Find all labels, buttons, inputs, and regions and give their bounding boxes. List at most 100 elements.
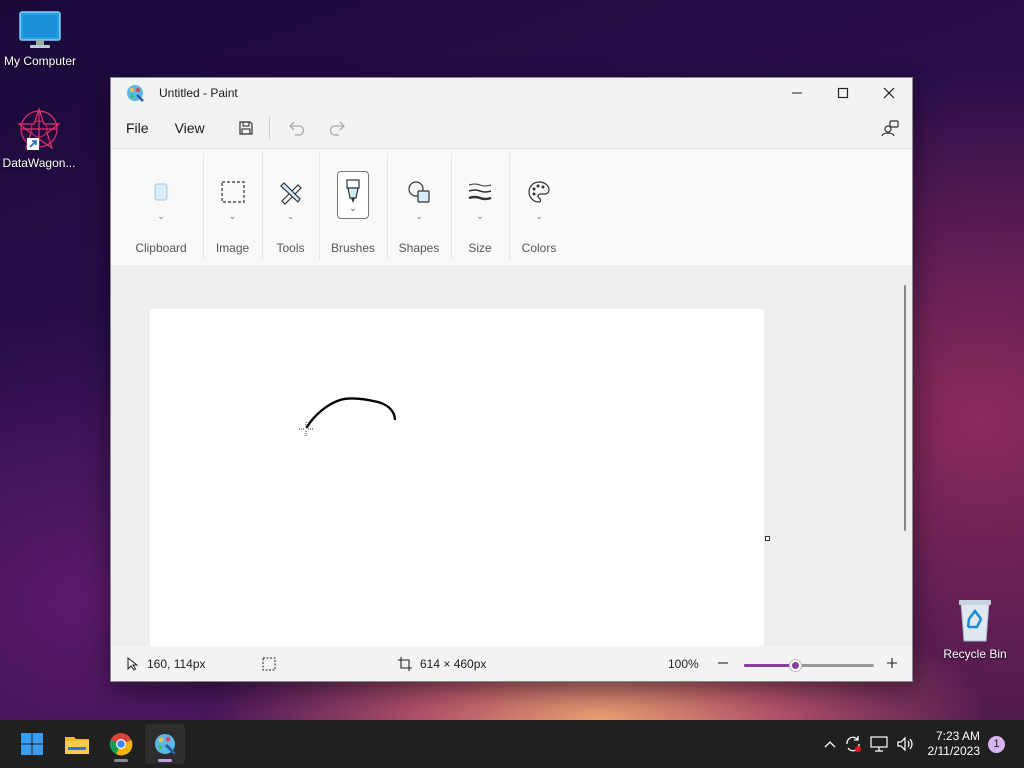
ribbon-group-label: Image	[215, 241, 250, 255]
ribbon-group-label: Size	[468, 241, 492, 255]
toolbar-divider	[268, 117, 270, 139]
clipboard-button[interactable]	[144, 175, 178, 209]
menu-view[interactable]: View	[173, 116, 207, 140]
recycle-bin-icon	[959, 600, 991, 642]
chevron-down-icon: ⌄	[286, 211, 295, 221]
close-button[interactable]	[866, 78, 912, 108]
zoom-level-text: 100%	[668, 657, 699, 671]
ribbon-group-colors[interactable]: ⌄ Colors	[509, 149, 569, 266]
volume-button[interactable]	[892, 736, 918, 752]
sync-icon	[846, 736, 861, 752]
zoom-out-button[interactable]	[716, 656, 730, 670]
minimize-icon	[792, 92, 802, 94]
zoom-in-button[interactable]	[885, 656, 899, 670]
desktop-icon-label: My Computer	[3, 54, 77, 68]
vertical-scrollbar[interactable]	[904, 285, 906, 531]
chrome-button[interactable]	[101, 724, 141, 764]
shapes-button[interactable]	[402, 175, 436, 209]
desktop-icon-label: Recycle Bin	[943, 647, 1007, 661]
minimize-button[interactable]	[774, 78, 820, 108]
paint-taskbar-button[interactable]	[145, 724, 185, 764]
maximize-icon	[837, 87, 849, 99]
clock[interactable]: 7:23 AM 2/11/2023	[928, 729, 981, 759]
ribbon-group-tools[interactable]: ⌄ Tools	[262, 149, 319, 266]
notification-badge[interactable]: 1	[988, 736, 1005, 753]
colors-button[interactable]	[522, 175, 556, 209]
clock-time: 7:23 AM	[935, 729, 980, 743]
brushes-button[interactable]: ⌄	[337, 171, 369, 219]
ribbon-group-size[interactable]: ⌄ Size	[451, 149, 509, 266]
selection-size	[262, 657, 276, 671]
ribbon-group-clipboard[interactable]: ⌄ Clipboard	[119, 149, 203, 266]
line-size-icon	[468, 183, 492, 201]
start-button[interactable]	[12, 724, 52, 764]
file-explorer-icon	[65, 737, 89, 754]
plus-icon	[887, 658, 897, 668]
shapes-icon	[408, 181, 430, 203]
file-explorer-button[interactable]	[57, 724, 97, 764]
window-title: Untitled - Paint	[159, 86, 238, 100]
canvas-size-text: 614 × 460px	[420, 657, 487, 671]
desktop-icon-label: DataWagon...	[2, 156, 76, 170]
title-bar[interactable]: Untitled - Paint	[111, 78, 912, 108]
ribbon-group-brushes[interactable]: ⌄ Brushes	[319, 149, 387, 266]
network-icon	[870, 736, 888, 752]
sync-status-button[interactable]	[840, 735, 866, 753]
menu-bar: File View	[111, 108, 912, 148]
desktop-icon-datawagon[interactable]: DataWagon...	[0, 106, 79, 170]
minus-icon	[718, 662, 728, 664]
drawing-canvas[interactable]	[150, 309, 764, 646]
zoom-slider-thumb[interactable]	[789, 660, 801, 671]
canvas-size-icon	[398, 657, 412, 671]
select-button[interactable]	[216, 175, 250, 209]
chevron-down-icon: ⌄	[349, 203, 357, 213]
chevron-down-icon: ⌄	[535, 211, 543, 221]
canvas-workspace[interactable]	[111, 268, 912, 646]
undo-icon	[288, 121, 304, 136]
select-rectangle-icon	[220, 181, 245, 203]
chevron-down-icon: ⌄	[228, 211, 237, 221]
canvas-resize-handle[interactable]	[765, 536, 770, 541]
volume-icon	[897, 736, 913, 752]
zoom-slider-fill	[744, 664, 795, 667]
running-indicator	[114, 759, 128, 762]
redo-icon	[329, 121, 345, 136]
ribbon-group-image[interactable]: ⌄ Image	[203, 149, 262, 266]
network-button[interactable]	[866, 736, 892, 752]
ribbon-group-label: Clipboard	[135, 241, 187, 255]
crosshair-cursor-icon	[299, 422, 313, 436]
ribbon-group-label: Tools	[276, 241, 305, 255]
running-indicator	[158, 759, 172, 762]
taskbar: 7:23 AM 2/11/2023 1	[0, 720, 1024, 768]
zoom-slider[interactable]	[744, 660, 874, 671]
ribbon-group-label: Colors	[521, 241, 557, 255]
redo-button[interactable]	[324, 115, 350, 141]
monitor-icon	[19, 11, 61, 48]
chevron-down-icon: ⌄	[476, 211, 484, 221]
account-button[interactable]	[878, 116, 902, 140]
chrome-icon	[109, 733, 133, 756]
paint-app-icon	[127, 85, 144, 102]
desktop-icon-my-computer[interactable]: My Computer	[0, 10, 80, 68]
save-button[interactable]	[233, 115, 259, 141]
start-icon	[21, 733, 43, 755]
undo-button[interactable]	[284, 115, 310, 141]
canvas-size: 614 × 460px	[398, 657, 486, 671]
ribbon-group-shapes[interactable]: ⌄ Shapes	[387, 149, 451, 266]
cursor-position: 160, 114px	[127, 657, 206, 671]
tools-button[interactable]	[274, 175, 308, 209]
menu-file[interactable]: File	[124, 116, 151, 140]
desktop-icon-recycle-bin[interactable]: Recycle Bin	[935, 597, 1015, 661]
size-button[interactable]	[463, 175, 497, 209]
system-tray	[820, 720, 918, 768]
maximize-button[interactable]	[820, 78, 866, 108]
brush-icon	[346, 179, 360, 203]
clipboard-icon	[154, 183, 168, 201]
pointer-icon	[127, 657, 139, 671]
ribbon: ⌄ Clipboard ⌄ Image ⌄ Tools ⌄ Brushes ⌄ …	[111, 148, 912, 267]
show-hidden-icons-button[interactable]	[820, 740, 840, 748]
close-icon	[883, 87, 895, 99]
account-icon	[881, 120, 899, 137]
chevron-down-icon: ⌄	[157, 211, 165, 221]
zoom-level: 100%	[668, 657, 699, 671]
